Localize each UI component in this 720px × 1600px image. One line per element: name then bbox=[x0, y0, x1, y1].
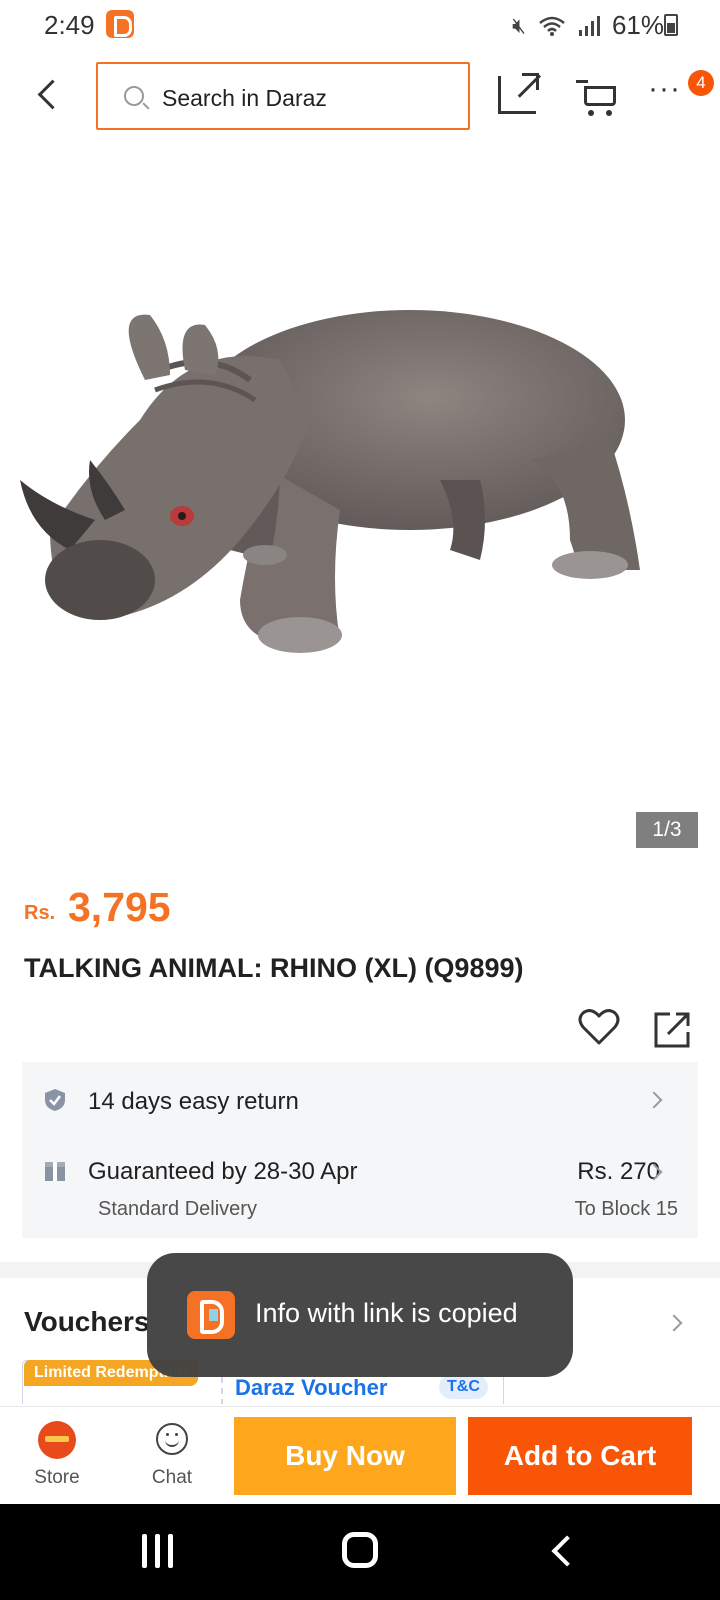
product-title: TALKING ANIMAL: RHINO (XL) (Q9899) bbox=[24, 953, 524, 983]
status-icons: 🔇︎ 61% bbox=[512, 10, 664, 41]
voucher-name: Daraz Voucher bbox=[235, 1375, 388, 1400]
price-value: 3,795 bbox=[68, 884, 171, 930]
notification-badge: 4 bbox=[688, 70, 714, 96]
product-image-gallery[interactable] bbox=[0, 150, 720, 850]
top-header: Search in Daraz ··· 4 bbox=[0, 56, 720, 136]
chat-label: Chat bbox=[151, 1467, 193, 1488]
more-options-button[interactable]: ··· bbox=[648, 74, 688, 114]
battery-percent: 61% bbox=[611, 10, 664, 40]
vouchers-title[interactable]: Vouchers bbox=[24, 1306, 150, 1338]
delivery-location: To Block 15 bbox=[574, 1198, 678, 1220]
chevron-right-icon[interactable] bbox=[665, 1314, 683, 1332]
daraz-notification-icon bbox=[106, 10, 134, 38]
back-button[interactable] bbox=[30, 74, 70, 118]
status-time: 2:49 bbox=[44, 10, 95, 40]
cart-icon-body bbox=[584, 86, 616, 106]
store-button[interactable]: Store bbox=[20, 1407, 94, 1503]
mute-icon: 🔇︎ bbox=[512, 12, 526, 38]
cart-icon bbox=[576, 80, 588, 83]
delivery-type: Standard Delivery bbox=[98, 1198, 257, 1220]
delivery-guarantee-label[interactable]: Guaranteed by 28-30 Apr bbox=[88, 1158, 358, 1186]
recents-button[interactable] bbox=[140, 1534, 176, 1568]
shield-check-icon bbox=[45, 1089, 65, 1111]
store-label: Store bbox=[34, 1467, 80, 1488]
cart-icon-wheel bbox=[588, 110, 594, 116]
product-image bbox=[20, 310, 640, 653]
package-icon bbox=[45, 1162, 65, 1181]
search-placeholder: Search in Daraz bbox=[162, 85, 327, 111]
heart-icon[interactable] bbox=[578, 1008, 620, 1046]
system-back-button[interactable] bbox=[551, 1535, 583, 1567]
buy-now-button[interactable]: Buy Now bbox=[234, 1417, 456, 1495]
voucher-separator bbox=[221, 1377, 223, 1404]
search-input[interactable]: Search in Daraz bbox=[96, 62, 470, 130]
service-panel: 14 days easy return Guaranteed by 28-30 … bbox=[22, 1062, 698, 1238]
cart-icon-wheel bbox=[606, 110, 612, 116]
toast-message: Info with link is copied bbox=[255, 1298, 518, 1328]
daraz-logo-icon bbox=[187, 1291, 235, 1339]
add-to-cart-button[interactable]: Add to Cart bbox=[468, 1417, 692, 1495]
chat-button[interactable]: Chat bbox=[134, 1407, 210, 1503]
chat-icon bbox=[156, 1423, 188, 1455]
share-icon[interactable] bbox=[498, 73, 539, 114]
share-icon[interactable] bbox=[652, 1010, 692, 1050]
easy-return-label[interactable]: 14 days easy return bbox=[88, 1088, 299, 1116]
image-pager: 1/3 bbox=[636, 812, 698, 848]
home-button[interactable] bbox=[342, 1532, 378, 1568]
cart-button[interactable] bbox=[576, 78, 620, 118]
store-logo bbox=[38, 1421, 76, 1459]
chevron-right-icon[interactable] bbox=[645, 1091, 663, 1109]
bottom-action-bar: Store Chat Buy Now Add to Cart bbox=[0, 1406, 720, 1502]
system-navigation-bar bbox=[0, 1504, 720, 1600]
battery-icon bbox=[664, 14, 678, 36]
wifi-icon bbox=[539, 16, 565, 36]
voucher-terms-link[interactable]: T&C bbox=[439, 1375, 488, 1399]
copied-toast: Info with link is copied bbox=[147, 1253, 573, 1377]
status-bar: 2:49 🔇︎ 61% bbox=[0, 0, 720, 50]
price-currency: Rs. bbox=[24, 902, 56, 924]
search-icon bbox=[124, 86, 144, 106]
signal-icon bbox=[578, 15, 600, 36]
